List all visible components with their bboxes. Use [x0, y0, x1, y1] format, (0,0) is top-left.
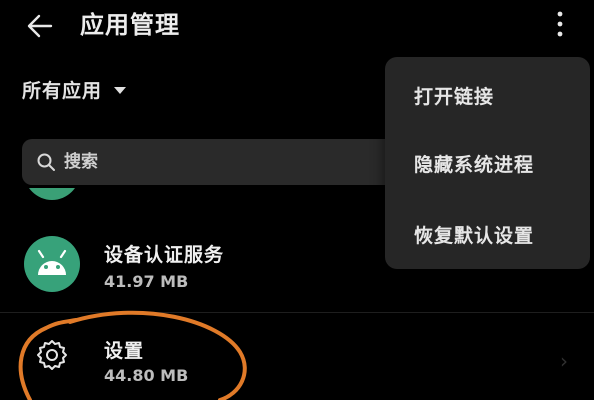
menu-item-hide-system-processes[interactable]: 隐藏系统进程 — [385, 133, 590, 193]
filter-label: 所有应用 — [22, 79, 103, 102]
menu-item-reset-defaults[interactable]: 恢复默认设置 — [385, 204, 590, 264]
chevron-right-icon: › — [560, 349, 568, 373]
top-app-bar: 应用管理 — [0, 0, 594, 52]
menu-item-open-links[interactable]: 打开链接 — [385, 65, 590, 125]
app-filter-dropdown[interactable]: 所有应用 — [22, 74, 127, 104]
more-vertical-icon — [557, 11, 563, 37]
search-icon — [37, 153, 55, 171]
search-input[interactable] — [64, 152, 364, 172]
page-title: 应用管理 — [80, 11, 180, 39]
app-list-item[interactable]: 设置 44.80 MB › — [0, 312, 594, 398]
caret-down-icon — [114, 86, 127, 94]
app-size: 44.80 MB — [104, 366, 189, 385]
search-bar[interactable] — [22, 139, 442, 185]
app-size: 41.97 MB — [104, 272, 189, 291]
gear-icon — [24, 327, 80, 383]
back-button[interactable] — [22, 8, 58, 44]
partial-app-icon — [24, 188, 80, 202]
arrow-left-icon — [27, 14, 53, 38]
app-name: 设置 — [104, 340, 145, 362]
more-options-button[interactable] — [546, 6, 574, 42]
app-name: 设备认证服务 — [104, 244, 225, 266]
android-icon — [24, 236, 80, 292]
overflow-menu: 打开链接 隐藏系统进程 恢复默认设置 — [385, 57, 590, 269]
